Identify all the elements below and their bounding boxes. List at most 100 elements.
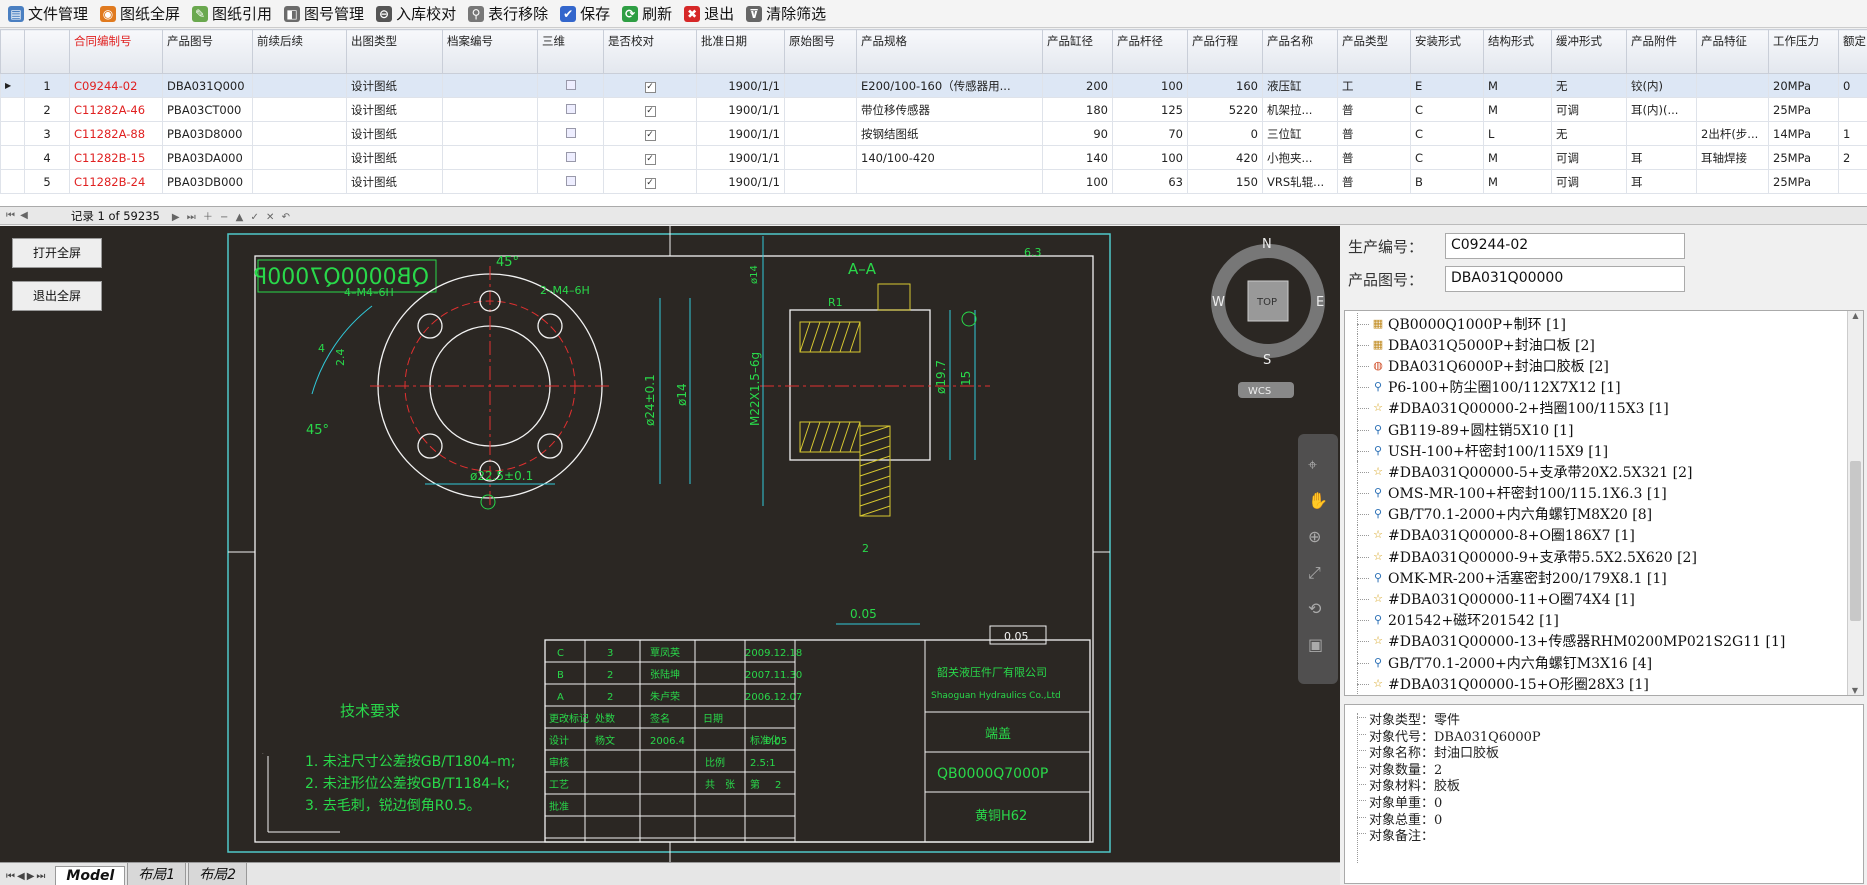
table-row[interactable]: 4 C11282B-15 PBA03DA000 设计图纸 ✓ 1900/1/1 140/10… [0, 145, 1867, 170]
tree-node[interactable]: ⚲ P6-100+防尘圈100/112X7X12 [1] [1345, 376, 1863, 398]
column-header[interactable]: 产品特征 [1696, 29, 1769, 74]
record-grid[interactable]: 合同编制号 产品图号 前续后续 出图类型 档案编号 三维 是否校对 批准日期 原始图号 产品规格产… [0, 29, 1867, 207]
column-header[interactable]: 工作压力 [1768, 29, 1839, 74]
toolbar-button-4[interactable]: ⊖ 入库校对 [372, 2, 464, 26]
scroll-down-icon[interactable]: ▼ [1848, 686, 1862, 695]
toolbar-button-8[interactable]: ✖ 退出 [680, 2, 742, 26]
exit-fullscreen-button[interactable]: 退出全屏 [12, 281, 102, 311]
tree-node[interactable]: ⚲ GB119-89+圆柱销5X10 [1] [1345, 418, 1863, 441]
three-d-checkbox[interactable] [565, 79, 576, 90]
column-header[interactable]: 合同编制号 [69, 29, 163, 74]
toolbar-button-7[interactable]: ⟳ 刷新 [618, 2, 680, 26]
column-header[interactable]: 前续后续 [252, 29, 347, 74]
three-d-cell[interactable] [537, 121, 604, 146]
scroll-up-icon[interactable]: ▲ [1848, 311, 1863, 320]
column-header[interactable]: 出图类型 [346, 29, 443, 74]
star-part-icon: ☆ [1373, 634, 1383, 648]
tree-node[interactable]: ☆ #DBA031Q00000-9+支承带5.5X2.5X620 [2] [1345, 546, 1863, 568]
column-header[interactable]: 原始图号 [784, 29, 857, 74]
prev-next-cell [252, 169, 347, 194]
three-d-checkbox[interactable] [565, 151, 576, 162]
table-row[interactable]: ▶ 1 C09244-02 DBA031Q000 设计图纸 ✓ 1900/1/1 E200/1… [0, 73, 1867, 98]
column-header[interactable]: 产品类型 [1337, 29, 1411, 74]
feature-cell [1696, 97, 1769, 122]
column-header[interactable]: 产品名称 [1262, 29, 1338, 74]
column-header[interactable]: 产品杆径 [1112, 29, 1188, 74]
column-header[interactable]: 产品缸径 [1042, 29, 1113, 74]
tree-node[interactable]: ⚲ 201542+磁环201542 [1] [1345, 609, 1863, 632]
three-d-cell[interactable] [537, 145, 604, 170]
toolbar-button-0[interactable]: ▤ 文件管理 [4, 2, 96, 26]
tree-node[interactable]: ☆ #DBA031Q00000-8+O圈186X7 [1] [1345, 524, 1863, 547]
proofread-cell[interactable]: ✓ [603, 121, 697, 146]
three-d-cell[interactable] [537, 97, 604, 122]
layout-tab-0[interactable]: Model [55, 866, 126, 885]
column-header[interactable]: 额定 [1838, 29, 1867, 74]
drawing-no-field[interactable]: DBA031Q00000 [1445, 266, 1685, 292]
tree-node[interactable]: ⚲ GB/T70.1-2000+内六角螺钉M3X16 [4] [1345, 652, 1863, 674]
tree-node[interactable]: ☆ #DBA031Q00000-5+支承带20X2.5X321 [2] [1345, 461, 1863, 483]
tree-node[interactable]: ▦ QB0000Q1000P+制环 [1] [1345, 313, 1863, 335]
toolbar-button-5[interactable]: ⚲ 表行移除 [464, 2, 556, 26]
toolbar-button-6[interactable]: ✔ 保存 [556, 2, 618, 26]
toolbar-button-1[interactable]: ◉ 图纸全屏 [96, 2, 188, 26]
layout-tab-1[interactable]: 布局1 [127, 862, 187, 885]
tech-requirement: 1. 未注尺寸公差按GB/T1804–m; [305, 754, 516, 770]
layout-tab-2[interactable]: 布局2 [188, 862, 248, 885]
column-header[interactable]: 是否校对 [603, 29, 697, 74]
tree-scrollbar[interactable]: ▲ ▼ [1847, 311, 1863, 695]
column-header[interactable]: 安装形式 [1410, 29, 1484, 74]
tree-node[interactable]: ☆ #DBA031Q00000-2+挡圈100/115X3 [1] [1345, 397, 1863, 420]
table-row[interactable]: 5 C11282B-24 PBA03DB000 设计图纸 ✓ 1900/1/1 100 63 1… [0, 169, 1867, 194]
tree-node[interactable]: ◍ DBA031Q6000P+封油口胶板 [2] [1345, 355, 1863, 377]
column-header[interactable]: 产品规格 [856, 29, 1043, 74]
tree-node[interactable]: ☆ #DBA031Q00000-15+O形圈28X3 [1] [1345, 673, 1863, 695]
tree-node[interactable]: ☆ #DBA031Q00000-13+传感器RHM0200MP021S2G11 [… [1345, 630, 1863, 653]
column-header[interactable]: 产品图号 [162, 29, 253, 74]
three-d-cell[interactable] [537, 169, 604, 194]
open-fullscreen-button[interactable]: 打开全屏 [12, 238, 102, 268]
three-d-cell[interactable] [537, 73, 604, 98]
proofread-checkbox[interactable]: ✓ [644, 154, 656, 165]
bore-cell: 140 [1042, 145, 1113, 170]
part-no-text: QB0000Q7000P [254, 265, 429, 290]
column-header[interactable]: 产品附件 [1626, 29, 1697, 74]
proofread-cell[interactable]: ✓ [603, 145, 697, 170]
column-header[interactable]: 产品行程 [1187, 29, 1263, 74]
nav-first-prev-icon[interactable]: ⏮ ◀ [6, 210, 29, 221]
three-d-checkbox[interactable] [565, 127, 576, 138]
nav-next-last-icon[interactable]: ▶ ⏭ ＋ − ▲ ✓ ✕ ↶ [172, 208, 292, 223]
column-header[interactable]: 档案编号 [442, 29, 538, 74]
proofread-checkbox[interactable]: ✓ [644, 130, 656, 141]
table-row[interactable]: 3 C11282A-88 PBA03D8000 设计图纸 ✓ 1900/1/1 按钢结图纸 9… [0, 121, 1867, 146]
tree-node[interactable]: ⚲ OMK-MR-200+活塞密封200/179X8.1 [1] [1345, 567, 1863, 589]
three-d-checkbox[interactable] [565, 175, 576, 186]
tree-node[interactable]: ▦ DBA031Q5000P+封油口板 [2] [1345, 334, 1863, 356]
tree-scroll-thumb[interactable] [1850, 461, 1861, 621]
tab-scroll-icon[interactable]: ⏮◀▶⏭ [0, 871, 55, 885]
tree-node[interactable]: ⚲ USH-100+杆密封100/115X9 [1] [1345, 440, 1863, 462]
cad-viewport[interactable]: QB0000Q7000P ø22.5±0.1 ø24±0.1 ø14 4–M4–6H 2–… [0, 226, 1340, 862]
bom-tree[interactable]: ▦ QB0000Q1000P+制环 [1] ▦ DBA031Q5000P+封油口板 [… [1344, 310, 1864, 696]
column-header[interactable]: 批准日期 [696, 29, 785, 74]
toolbar-button-3[interactable]: ◧ 图号管理 [280, 2, 372, 26]
proofread-cell[interactable]: ✓ [603, 97, 697, 122]
tree-node[interactable]: ⚲ GB/T70.1-2000+内六角螺钉M8X20 [8] [1345, 503, 1863, 526]
toolbar-button-2[interactable]: ✎ 图纸引用 [188, 2, 280, 26]
column-header[interactable]: 三维 [537, 29, 604, 74]
proofread-cell[interactable]: ✓ [603, 169, 697, 194]
tree-node[interactable]: ☆ #DBA031Q00000-11+O圈74X4 [1] [1345, 588, 1863, 610]
three-d-checkbox[interactable] [565, 103, 576, 114]
cad-drawing[interactable]: QB0000Q7000P ø22.5±0.1 ø24±0.1 ø14 4–M4–6H 2–… [0, 226, 1340, 862]
proofread-checkbox[interactable]: ✓ [644, 82, 656, 93]
column-header[interactable]: 结构形式 [1483, 29, 1552, 74]
proofread-cell[interactable]: ✓ [603, 73, 697, 98]
proofread-checkbox[interactable]: ✓ [644, 106, 656, 117]
proofread-checkbox[interactable]: ✓ [644, 178, 656, 189]
toolbar-button-9[interactable]: ⊽ 清除筛选 [742, 2, 834, 26]
column-header[interactable]: 缓冲形式 [1551, 29, 1627, 74]
title-block-text: 共 [705, 779, 715, 791]
tree-node[interactable]: ⚲ OMS-MR-100+杆密封100/115.1X6.3 [1] [1345, 482, 1863, 504]
table-row[interactable]: 2 C11282A-46 PBA03CT000 设计图纸 ✓ 1900/1/1 带位移传感器… [0, 97, 1867, 122]
prod-no-field[interactable]: C09244-02 [1445, 233, 1685, 259]
